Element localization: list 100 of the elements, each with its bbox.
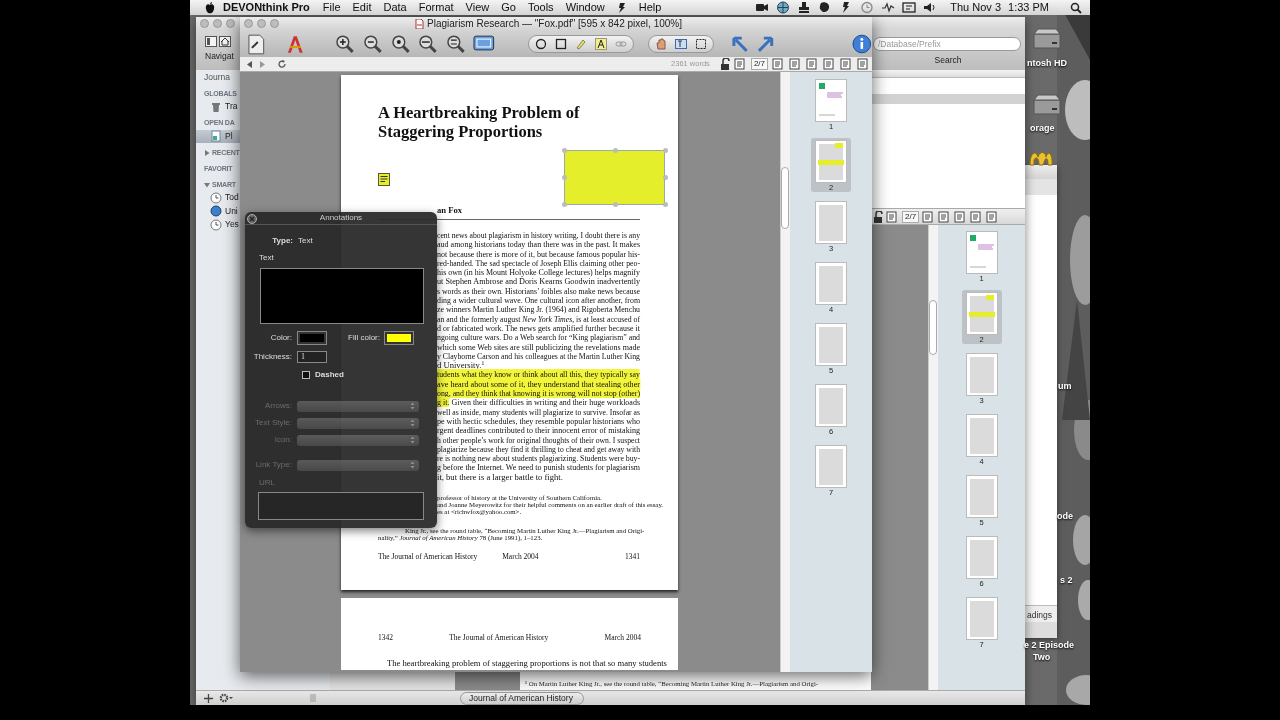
sidebar-item[interactable]: Tod [196, 191, 240, 205]
document-icon[interactable] [886, 210, 899, 223]
checkbox[interactable] [302, 371, 310, 379]
tray-icon[interactable] [823, 58, 836, 70]
zoom-icon[interactable] [445, 33, 466, 54]
document-icon[interactable] [772, 58, 785, 70]
activity-icon[interactable] [881, 1, 896, 14]
drive-icon[interactable] [1032, 94, 1062, 118]
drive-icon[interactable] [1032, 28, 1062, 52]
icon-label[interactable]: ode [1057, 510, 1073, 524]
display-icon[interactable] [902, 1, 917, 14]
disclosure-icon[interactable] [204, 150, 210, 156]
icon-label[interactable]: ntosh HD [1027, 57, 1067, 71]
fit-icon[interactable] [473, 34, 496, 53]
apple-icon[interactable] [205, 1, 215, 14]
layout-icon[interactable] [840, 58, 853, 70]
text-select-icon[interactable] [675, 37, 688, 50]
add-icon[interactable] [204, 693, 213, 703]
sidebar-icon[interactable] [205, 36, 217, 47]
sidebar-tab[interactable]: Journa [204, 70, 230, 84]
text-icon[interactable] [595, 37, 608, 50]
scroll-thumb[interactable] [929, 300, 937, 355]
hand-icon[interactable] [655, 37, 668, 50]
menu-item[interactable]: Tools [527, 0, 554, 15]
menu-item[interactable]: File [322, 0, 341, 15]
menu-item[interactable]: Window [565, 0, 605, 15]
video-icon[interactable] [755, 1, 770, 14]
text-line: d or fabricated work. The news gets amplified further because it [437, 323, 640, 334]
layout-icon[interactable] [986, 210, 1000, 223]
resize-handle[interactable] [562, 202, 567, 207]
tag-pill[interactable]: Journal of American History [460, 691, 584, 705]
back-icon[interactable] [245, 59, 254, 69]
clock-icon[interactable] [860, 1, 875, 14]
layout-icon[interactable] [806, 58, 819, 70]
document-icon[interactable] [922, 210, 936, 223]
layout-icon[interactable] [789, 58, 802, 70]
lock-icon[interactable] [873, 210, 883, 223]
tray-icon[interactable] [970, 210, 984, 223]
icon-label[interactable]: um [1058, 380, 1072, 394]
highlighter-icon[interactable] [575, 37, 588, 50]
circle-icon[interactable] [535, 37, 548, 50]
zoom-icon[interactable] [418, 33, 438, 54]
resize-handle[interactable] [613, 202, 618, 207]
resize-handle[interactable] [562, 175, 567, 180]
toolbar-label[interactable]: Search [934, 54, 962, 67]
layout-icon[interactable] [857, 58, 870, 70]
icon-label[interactable]: orage [1030, 122, 1055, 136]
url-field[interactable] [258, 492, 424, 520]
document-icon[interactable] [246, 32, 266, 55]
script-icon[interactable] [616, 1, 627, 14]
tab-label[interactable]: adings [1023, 605, 1057, 622]
sidebar-item[interactable]: Tra [196, 100, 240, 114]
icon-label[interactable]: e 2 Episode [1024, 639, 1075, 653]
menu-item[interactable]: Help [638, 0, 662, 15]
sidebar-item[interactable]: Uni [196, 204, 240, 218]
disclosure-icon[interactable] [204, 182, 210, 188]
menu-item[interactable]: Go [501, 0, 516, 15]
icon-label[interactable]: s 2 [1060, 574, 1073, 588]
menu-item[interactable]: Edit [352, 0, 372, 15]
zoom-out-icon[interactable] [362, 33, 383, 54]
grip-icon[interactable] [310, 694, 316, 702]
lock-icon[interactable] [719, 58, 730, 70]
menu-date[interactable]: Thu Nov 3 [950, 0, 1002, 16]
thickness-field[interactable]: 1 [297, 351, 327, 363]
layout-icon[interactable] [954, 210, 968, 223]
close-icon[interactable] [247, 214, 257, 224]
document-icon[interactable] [733, 58, 747, 70]
menu-item[interactable]: View [465, 0, 490, 15]
resize-handle[interactable] [663, 148, 668, 153]
toolbar-label[interactable]: Navigat [205, 50, 234, 63]
zoom-icon[interactable] [390, 33, 411, 54]
resize-handle[interactable] [613, 148, 618, 153]
text-area[interactable] [260, 268, 424, 324]
app-menu[interactable]: DEVONthink Pro [223, 0, 310, 15]
info-icon[interactable] [852, 33, 872, 54]
resize-handle[interactable] [663, 175, 668, 180]
sidebar-item[interactable]: Yes [196, 218, 240, 232]
icon-label[interactable]: Two [1033, 651, 1051, 665]
scroll-thumb[interactable] [781, 167, 789, 229]
sidebar-item[interactable]: Pl [196, 129, 240, 143]
square-icon[interactable] [555, 37, 568, 50]
menu-clock[interactable]: 1:33 PM [1008, 0, 1049, 16]
note-icon[interactable] [378, 173, 390, 186]
scroll-bar[interactable] [928, 225, 938, 690]
home-icon[interactable] [219, 36, 231, 47]
search-field[interactable]: /Database/Prefix [874, 38, 1020, 50]
zoom-in-icon[interactable] [335, 33, 355, 54]
speaker-icon[interactable] [923, 1, 938, 14]
menu-item[interactable]: Format [418, 0, 454, 15]
globe-icon[interactable] [776, 1, 791, 14]
scroll-bar[interactable] [780, 72, 790, 672]
resize-handle[interactable] [562, 148, 567, 153]
marquee-icon[interactable] [695, 37, 708, 50]
menu-item[interactable]: Data [383, 0, 407, 15]
gear-icon[interactable] [219, 693, 233, 703]
layout-icon[interactable] [938, 210, 952, 223]
stamp-icon[interactable] [797, 1, 812, 14]
reload-icon[interactable] [277, 59, 287, 69]
resize-handle[interactable] [663, 202, 668, 207]
search-icon[interactable] [1070, 1, 1082, 14]
